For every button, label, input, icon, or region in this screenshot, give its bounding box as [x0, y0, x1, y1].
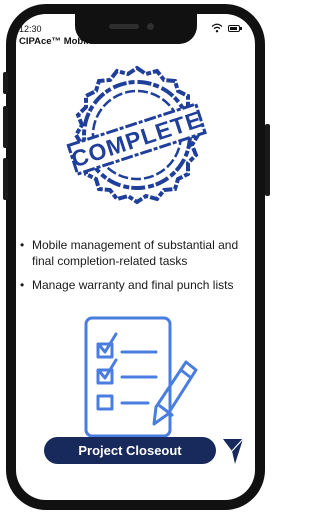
send-icon[interactable] [222, 436, 244, 466]
checklist-pencil-icon [84, 316, 198, 438]
phone-power-button [265, 124, 270, 196]
wifi-icon [211, 23, 223, 33]
phone-volume-down-button [3, 158, 8, 200]
phone-mute-switch [3, 72, 8, 94]
complete-stamp: COMPLETE [66, 65, 207, 205]
checkbox-3 [96, 394, 114, 411]
project-closeout-button[interactable]: Project Closeout [44, 437, 216, 464]
pencil-icon [152, 360, 198, 426]
feature-item: Mobile management of substantial and fin… [20, 238, 248, 269]
feature-item: Manage warranty and final punch lists [20, 278, 248, 294]
phone-volume-up-button [3, 106, 8, 148]
app-title: CIPAce™ Mobile [19, 36, 94, 47]
speaker-grille [109, 24, 139, 29]
feature-list: Mobile management of substantial and fin… [20, 238, 248, 303]
battery-tip [240, 27, 242, 30]
battery-icon [228, 25, 240, 32]
front-camera [147, 23, 154, 30]
status-time: 12:30 [19, 24, 42, 34]
